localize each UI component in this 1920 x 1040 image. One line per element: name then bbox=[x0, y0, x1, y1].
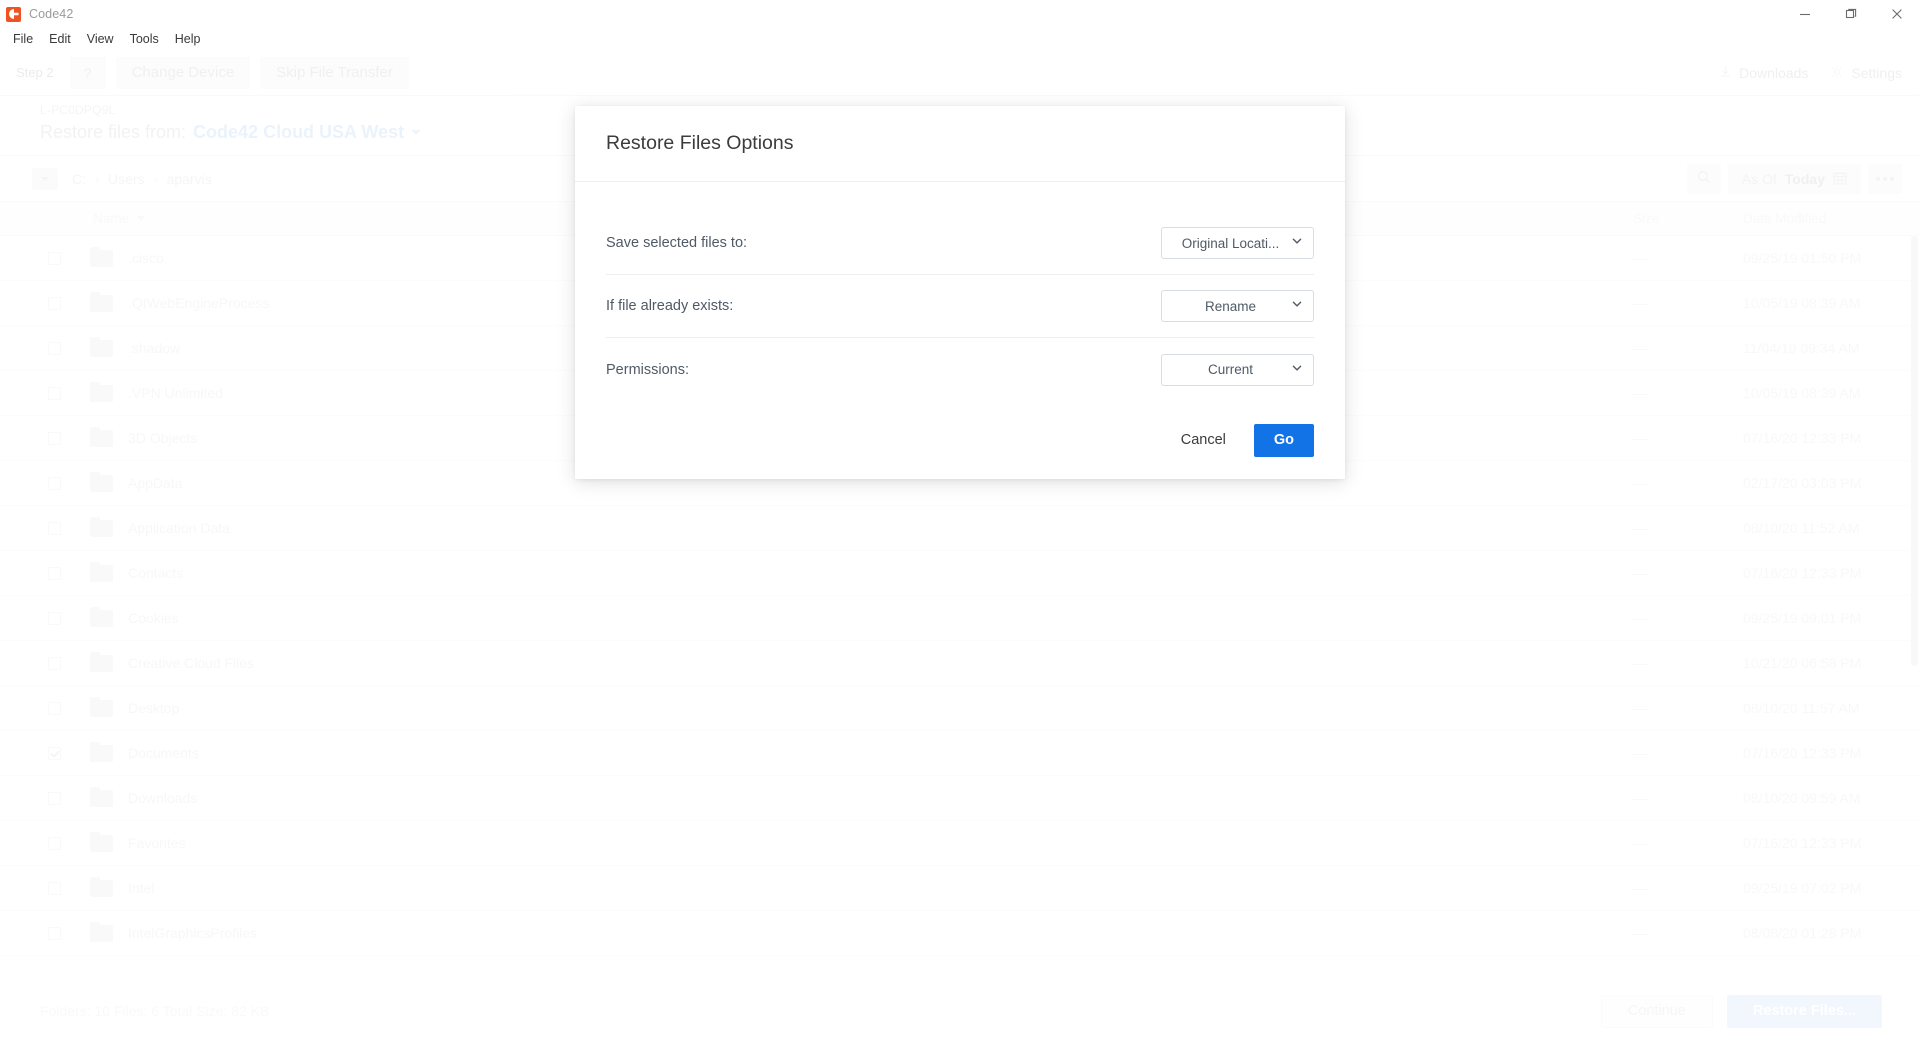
file-exists-select[interactable]: Rename bbox=[1161, 290, 1314, 322]
save-location-value: Original Locati... bbox=[1181, 235, 1280, 251]
restore-files-options-dialog: Restore Files Options Save selected file… bbox=[575, 106, 1345, 479]
permissions-value: Current bbox=[1207, 362, 1253, 377]
file-exists-value: Rename bbox=[1204, 298, 1257, 314]
dialog-footer: Cancel Go bbox=[575, 401, 1345, 479]
chevron-down-icon bbox=[1291, 297, 1303, 315]
permissions-select[interactable]: Current bbox=[1161, 353, 1314, 386]
field-label-permissions: Permissions: bbox=[606, 361, 689, 378]
field-label-save-location: Save selected files to: bbox=[606, 235, 748, 251]
field-label-file-exists: If file already exists: bbox=[606, 298, 734, 314]
modal-overlay: Restore Files Options Save selected file… bbox=[0, 0, 1920, 1040]
field-save-location: Save selected files to: Original Locati.… bbox=[606, 212, 1314, 275]
dialog-body: Save selected files to: Original Locati.… bbox=[575, 182, 1345, 401]
go-button[interactable]: Go bbox=[1253, 423, 1314, 457]
chevron-down-icon bbox=[1291, 361, 1303, 379]
field-permissions: Permissions: Current bbox=[606, 338, 1314, 401]
save-location-select[interactable]: Original Locati... bbox=[1161, 227, 1314, 259]
dialog-title: Restore Files Options bbox=[606, 132, 794, 154]
dialog-header: Restore Files Options bbox=[575, 106, 1345, 182]
chevron-down-icon bbox=[1291, 234, 1303, 252]
cancel-button[interactable]: Cancel bbox=[1163, 424, 1244, 457]
field-file-exists: If file already exists: Rename bbox=[606, 275, 1314, 338]
